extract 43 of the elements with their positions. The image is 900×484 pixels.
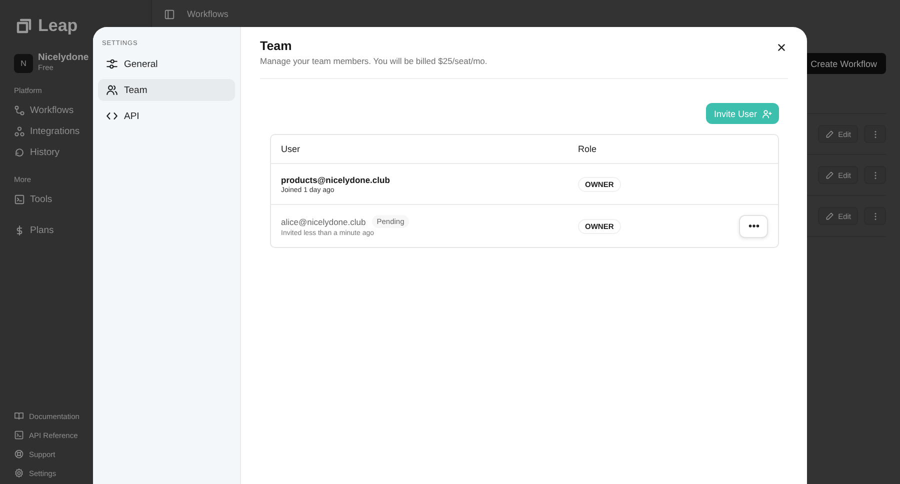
nav-item[interactable]: Workflows bbox=[14, 102, 74, 119]
nav-item[interactable]: History bbox=[14, 144, 60, 161]
dollar-icon bbox=[14, 225, 25, 236]
workspace-avatar: N bbox=[14, 54, 33, 72]
terminal-icon bbox=[14, 194, 25, 205]
users-icon bbox=[106, 84, 118, 96]
pencil-icon bbox=[825, 212, 834, 220]
history-icon bbox=[14, 147, 25, 158]
close-button[interactable] bbox=[775, 41, 788, 54]
more-button[interactable] bbox=[864, 125, 886, 143]
workspace-name: Nicelydone bbox=[38, 53, 89, 63]
nav-item[interactable]: Tools bbox=[14, 191, 52, 208]
lifebuoy-icon bbox=[14, 449, 24, 459]
settings-menu-item[interactable]: Team bbox=[98, 79, 235, 101]
member-email: alice@nicelydone.club bbox=[281, 216, 366, 226]
more-button[interactable] bbox=[864, 207, 886, 225]
nav-item[interactable]: Plans bbox=[14, 222, 54, 239]
nav-item[interactable]: Integrations bbox=[14, 123, 80, 140]
sliders-icon bbox=[106, 58, 118, 70]
invite-user-button[interactable]: Invite User bbox=[706, 103, 779, 124]
member-email: products@nicelydone.club bbox=[281, 174, 390, 184]
logo-icon bbox=[16, 18, 32, 34]
code-icon bbox=[106, 110, 118, 122]
column-header: User bbox=[280, 144, 302, 154]
row-actions-button[interactable] bbox=[739, 214, 768, 238]
user-plus-icon bbox=[762, 108, 772, 118]
settings-menu-item[interactable]: General bbox=[98, 53, 235, 75]
pencil-icon bbox=[825, 130, 834, 138]
settings-menu-item[interactable]: API bbox=[98, 105, 235, 127]
dialog-title: Team bbox=[260, 39, 293, 53]
shapes-icon bbox=[14, 126, 25, 137]
settings-icon bbox=[14, 468, 24, 478]
more-button[interactable] bbox=[864, 166, 886, 184]
terminal-icon bbox=[14, 430, 24, 440]
book-icon bbox=[14, 411, 24, 421]
sidebar-toggle-icon bbox=[164, 8, 175, 20]
nodes-icon bbox=[14, 105, 25, 116]
column-header: Role bbox=[577, 144, 598, 154]
app-logo-text: Leap bbox=[38, 16, 78, 36]
breadcrumb[interactable]: Workflows bbox=[187, 9, 228, 19]
close-icon bbox=[777, 43, 786, 52]
pencil-icon bbox=[825, 170, 834, 180]
dialog-description: Manage your team members. You will be billed $25/seat/mo. bbox=[260, 56, 488, 66]
